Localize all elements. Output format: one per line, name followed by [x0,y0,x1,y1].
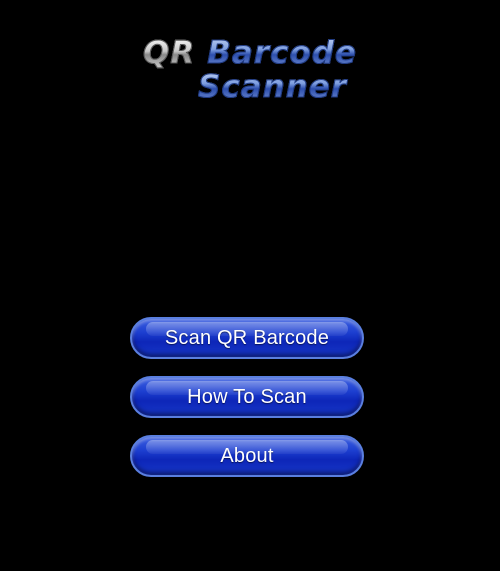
how-to-scan-label: How To Scan [187,385,307,408]
how-to-scan-button[interactable]: How To Scan [130,376,364,418]
app-logo: QR Barcode Scanner [0,0,500,110]
logo-line-2: Scanner [197,69,348,105]
logo-line-1: QR Barcode [142,35,357,71]
about-label: About [220,444,274,467]
logo-scanner-text: Scanner [197,69,348,105]
scan-qr-barcode-label: Scan QR Barcode [164,326,330,349]
logo-barcode-text: Barcode [207,35,357,71]
about-button[interactable]: About [130,435,364,477]
logo-qr-text: QR [142,35,196,71]
scan-qr-barcode-button[interactable]: Scan QR Barcode [130,317,364,359]
main-menu: Scan QR Barcode How To Scan About [130,317,364,494]
